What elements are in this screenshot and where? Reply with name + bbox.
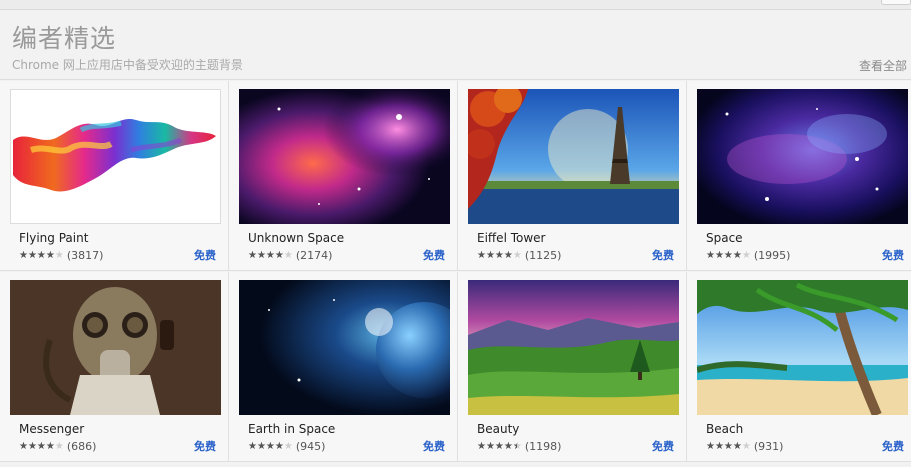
flying-paint-thumbnail[interactable] [10, 89, 221, 224]
star-rating-icon: ★★★★★★★★★★ [477, 441, 522, 452]
rating: ★★★★★★★★★★ (2174) [248, 249, 332, 263]
rating: ★★★★★★★★★★ (1198) [477, 440, 561, 454]
theme-grid: Flying Paint ★★★★★★★★★★ (3817) 免费 [0, 81, 911, 467]
theme-card-flying-paint[interactable]: Flying Paint ★★★★★★★★★★ (3817) 免费 [0, 81, 229, 271]
rating-count: (1198) [524, 440, 562, 453]
rating: ★★★★★★★★★★ (686) [19, 440, 96, 454]
rating: ★★★★★★★★★★ (1125) [477, 249, 561, 263]
price-badge[interactable]: 免费 [423, 249, 445, 263]
theme-title[interactable]: Earth in Space [248, 422, 335, 437]
theme-title[interactable]: Eiffel Tower [477, 231, 545, 246]
rating: ★★★★★★★★★★ (3817) [19, 249, 103, 263]
section-header: 编者精选 Chrome 网上应用店中备受欢迎的主题背景 查看全部 [0, 10, 911, 80]
eiffel-tower-thumbnail[interactable] [468, 89, 679, 224]
theme-card-unknown-space[interactable]: Unknown Space ★★★★★★★★★★ (2174) 免费 [229, 81, 458, 271]
unknown-space-thumbnail[interactable] [239, 89, 450, 224]
rating-count: (931) [753, 440, 784, 453]
space-thumbnail[interactable] [697, 89, 908, 224]
section-subtitle: Chrome 网上应用店中备受欢迎的主题背景 [12, 58, 243, 72]
theme-title[interactable]: Flying Paint [19, 231, 88, 246]
star-rating-icon: ★★★★★★★★★★ [706, 441, 751, 452]
rating: ★★★★★★★★★★ (945) [248, 440, 325, 454]
section-title: 编者精选 [12, 24, 117, 53]
rating: ★★★★★★★★★★ (931) [706, 440, 783, 454]
rating: ★★★★★★★★★★ (1995) [706, 249, 790, 263]
star-rating-icon: ★★★★★★★★★★ [248, 250, 293, 261]
theme-card-beauty[interactable]: Beauty ★★★★★★★★★★ (1198) 免费 [458, 272, 687, 462]
rating-count: (3817) [66, 249, 104, 262]
rating-count: (2174) [295, 249, 333, 262]
messenger-thumbnail[interactable] [10, 280, 221, 415]
star-rating-icon: ★★★★★★★★★★ [19, 441, 64, 452]
rating-count: (1125) [524, 249, 562, 262]
view-all-link[interactable]: 查看全部 [859, 59, 907, 73]
price-badge[interactable]: 免费 [652, 440, 674, 454]
theme-title[interactable]: Beach [706, 422, 743, 437]
beauty-thumbnail[interactable] [468, 280, 679, 415]
top-bar [0, 0, 911, 10]
rating-count: (686) [66, 440, 97, 453]
price-badge[interactable]: 免费 [423, 440, 445, 454]
earth-in-space-thumbnail[interactable] [239, 280, 450, 415]
price-badge[interactable]: 免费 [882, 249, 904, 263]
theme-card-earth-in-space[interactable]: Earth in Space ★★★★★★★★★★ (945) 免费 [229, 272, 458, 462]
star-rating-icon: ★★★★★★★★★★ [248, 441, 293, 452]
theme-card-eiffel-tower[interactable]: Eiffel Tower ★★★★★★★★★★ (1125) 免费 [458, 81, 687, 271]
theme-title[interactable]: Unknown Space [248, 231, 344, 246]
price-badge[interactable]: 免费 [652, 249, 674, 263]
top-bar-button[interactable] [881, 0, 911, 5]
theme-card-messenger[interactable]: Messenger ★★★★★★★★★★ (686) 免费 [0, 272, 229, 462]
price-badge[interactable]: 免费 [194, 249, 216, 263]
star-rating-icon: ★★★★★★★★★★ [477, 250, 522, 261]
star-rating-icon: ★★★★★★★★★★ [706, 250, 751, 261]
theme-card-space[interactable]: Space ★★★★★★★★★★ (1995) 免费 [687, 81, 911, 271]
rating-count: (1995) [753, 249, 791, 262]
price-badge[interactable]: 免费 [882, 440, 904, 454]
theme-card-beach[interactable]: Beach ★★★★★★★★★★ (931) 免费 [687, 272, 911, 462]
price-badge[interactable]: 免费 [194, 440, 216, 454]
star-rating-icon: ★★★★★★★★★★ [19, 250, 64, 261]
theme-title[interactable]: Space [706, 231, 743, 246]
theme-title[interactable]: Beauty [477, 422, 519, 437]
theme-title[interactable]: Messenger [19, 422, 84, 437]
beach-thumbnail[interactable] [697, 280, 908, 415]
rating-count: (945) [295, 440, 326, 453]
